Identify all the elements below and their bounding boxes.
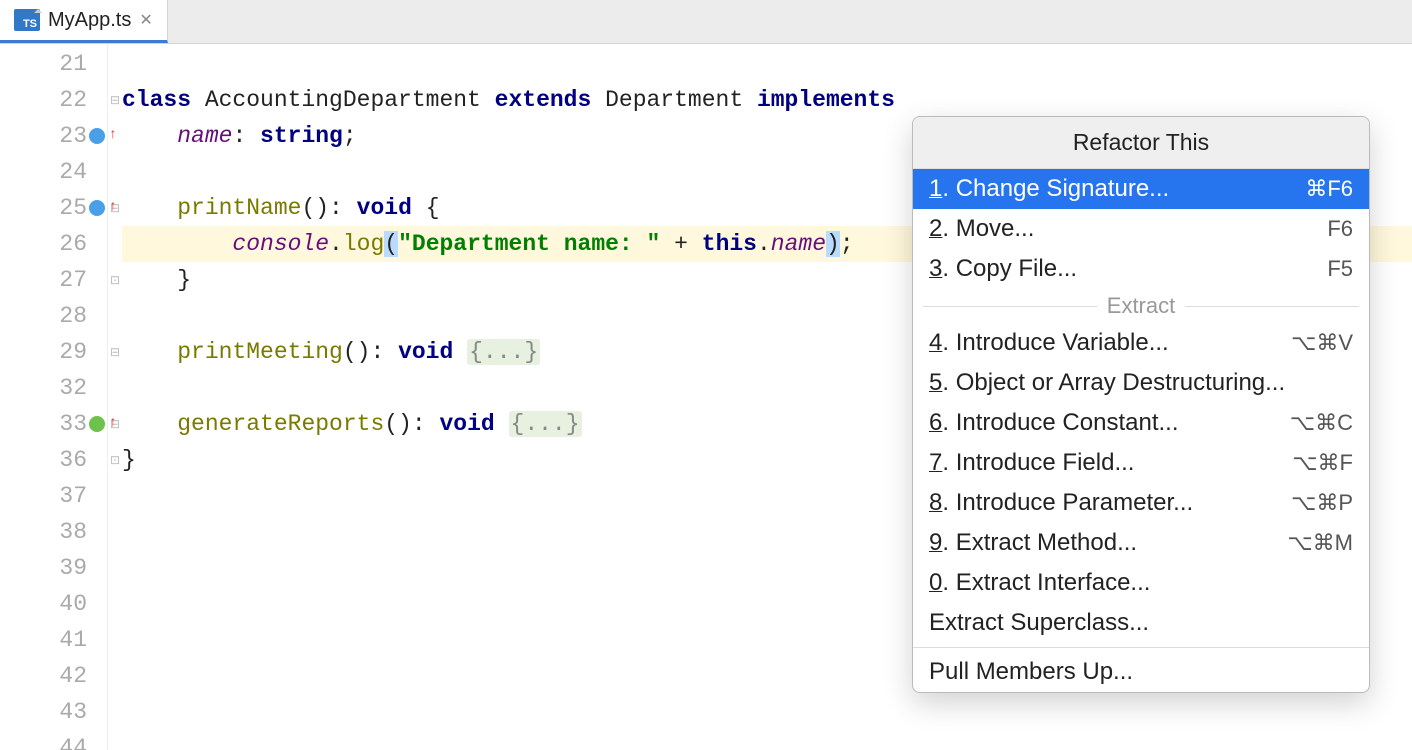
line-number: 33↑: [0, 406, 107, 442]
menu-item-label: 9. Extract Method...: [929, 529, 1137, 557]
line-number: 28: [0, 298, 107, 334]
popup-menu-item[interactable]: 6. Introduce Constant... ⌥⌘C: [913, 403, 1369, 443]
fold-toggle[interactable]: [108, 298, 122, 334]
code-line: [122, 46, 1412, 82]
line-number: 38: [0, 514, 107, 550]
tab-bar: TS MyApp.ts ✕: [0, 0, 1412, 44]
fold-toggle[interactable]: [108, 622, 122, 658]
fold-toggle[interactable]: [108, 694, 122, 730]
popup-menu-item[interactable]: 5. Object or Array Destructuring...: [913, 363, 1369, 403]
line-number: 22: [0, 82, 107, 118]
fold-column: ⊟⊟⊡⊟⊟⊡: [108, 44, 122, 750]
fold-toggle[interactable]: ⊡: [108, 262, 122, 298]
keyboard-shortcut: ⌘F6: [1305, 176, 1353, 202]
menu-item-label: 1. Change Signature...: [929, 175, 1169, 203]
folded-region[interactable]: {...}: [509, 411, 582, 437]
code-editor[interactable]: 212223↑2425↑262728293233↑363738394041424…: [0, 44, 1412, 750]
fold-toggle[interactable]: [108, 730, 122, 750]
menu-item-label: 8. Introduce Parameter...: [929, 489, 1193, 517]
line-number: 43: [0, 694, 107, 730]
line-number: 23↑: [0, 118, 107, 154]
popup-menu-item[interactable]: 4. Introduce Variable... ⌥⌘V: [913, 323, 1369, 363]
popup-menu-item[interactable]: 0. Extract Interface...: [913, 563, 1369, 603]
menu-item-label: 3. Copy File...: [929, 255, 1077, 283]
typescript-file-icon: TS: [14, 9, 40, 31]
popup-menu-item[interactable]: 3. Copy File... F5: [913, 249, 1369, 289]
line-number: 40: [0, 586, 107, 622]
fold-toggle[interactable]: [108, 658, 122, 694]
line-number: 25↑: [0, 190, 107, 226]
popup-section-header: Extract: [913, 293, 1369, 319]
menu-item-label: 7. Introduce Field...: [929, 449, 1134, 477]
popup-menu-item[interactable]: 1. Change Signature... ⌘F6: [913, 169, 1369, 209]
menu-item-label: 5. Object or Array Destructuring...: [929, 369, 1285, 397]
fold-toggle[interactable]: ⊡: [108, 442, 122, 478]
line-number: 39: [0, 550, 107, 586]
code-line: [122, 694, 1412, 730]
popup-menu-item[interactable]: 9. Extract Method... ⌥⌘M: [913, 523, 1369, 563]
menu-item-label: Pull Members Up...: [929, 658, 1133, 686]
keyboard-shortcut: ⌥⌘C: [1290, 410, 1353, 436]
line-number-gutter: 212223↑2425↑262728293233↑363738394041424…: [0, 44, 108, 750]
menu-item-label: 6. Introduce Constant...: [929, 409, 1179, 437]
popup-menu-item[interactable]: 2. Move... F6: [913, 209, 1369, 249]
keyboard-shortcut: ⌥⌘F: [1292, 450, 1353, 476]
up-arrow-icon: ↑: [109, 199, 117, 215]
fold-toggle[interactable]: ⊟: [108, 334, 122, 370]
popup-menu-item[interactable]: Extract Superclass...: [913, 603, 1369, 643]
line-number: 44: [0, 730, 107, 750]
popup-menu-item[interactable]: 7. Introduce Field... ⌥⌘F: [913, 443, 1369, 483]
keyboard-shortcut: F6: [1327, 216, 1353, 242]
keyboard-shortcut: F5: [1327, 256, 1353, 282]
line-number: 36: [0, 442, 107, 478]
close-icon[interactable]: ✕: [139, 10, 152, 30]
line-number: 42: [0, 658, 107, 694]
override-gutter-icon[interactable]: [89, 128, 105, 144]
code-line: [122, 730, 1412, 750]
popup-menu-item[interactable]: Pull Members Up...: [913, 652, 1369, 692]
override-gutter-icon[interactable]: [89, 200, 105, 216]
keyboard-shortcut: ⌥⌘V: [1291, 330, 1353, 356]
line-number: 24: [0, 154, 107, 190]
popup-separator: [913, 647, 1369, 648]
tab-filename: MyApp.ts: [48, 9, 131, 32]
up-arrow-icon: ↑: [109, 127, 117, 143]
fold-toggle[interactable]: [108, 478, 122, 514]
menu-item-label: Extract Superclass...: [929, 609, 1149, 637]
folded-region[interactable]: {...}: [467, 339, 540, 365]
fold-toggle[interactable]: ⊟: [108, 82, 122, 118]
fold-toggle[interactable]: [108, 514, 122, 550]
menu-item-label: 0. Extract Interface...: [929, 569, 1150, 597]
line-number: 29: [0, 334, 107, 370]
fold-toggle[interactable]: [108, 586, 122, 622]
fold-toggle[interactable]: [108, 226, 122, 262]
line-number: 41: [0, 622, 107, 658]
keyboard-shortcut: ⌥⌘P: [1291, 490, 1353, 516]
editor-tab-active[interactable]: TS MyApp.ts ✕: [0, 0, 168, 43]
line-number: 37: [0, 478, 107, 514]
menu-item-label: 4. Introduce Variable...: [929, 329, 1169, 357]
line-number: 26: [0, 226, 107, 262]
fold-toggle[interactable]: [108, 46, 122, 82]
line-number: 32: [0, 370, 107, 406]
keyboard-shortcut: ⌥⌘M: [1287, 530, 1353, 556]
line-number: 21: [0, 46, 107, 82]
up-arrow-icon: ↑: [109, 415, 117, 431]
fold-toggle[interactable]: [108, 550, 122, 586]
fold-toggle[interactable]: [108, 370, 122, 406]
line-number: 27: [0, 262, 107, 298]
popup-title: Refactor This: [913, 117, 1369, 169]
popup-menu-item[interactable]: 8. Introduce Parameter... ⌥⌘P: [913, 483, 1369, 523]
menu-item-label: 2. Move...: [929, 215, 1034, 243]
implements-gutter-icon[interactable]: [89, 416, 105, 432]
refactor-popup: Refactor This 1. Change Signature... ⌘F6 2…: [912, 116, 1370, 693]
code-line: class AccountingDepartment extends Depar…: [122, 82, 1412, 118]
fold-toggle[interactable]: [108, 154, 122, 190]
